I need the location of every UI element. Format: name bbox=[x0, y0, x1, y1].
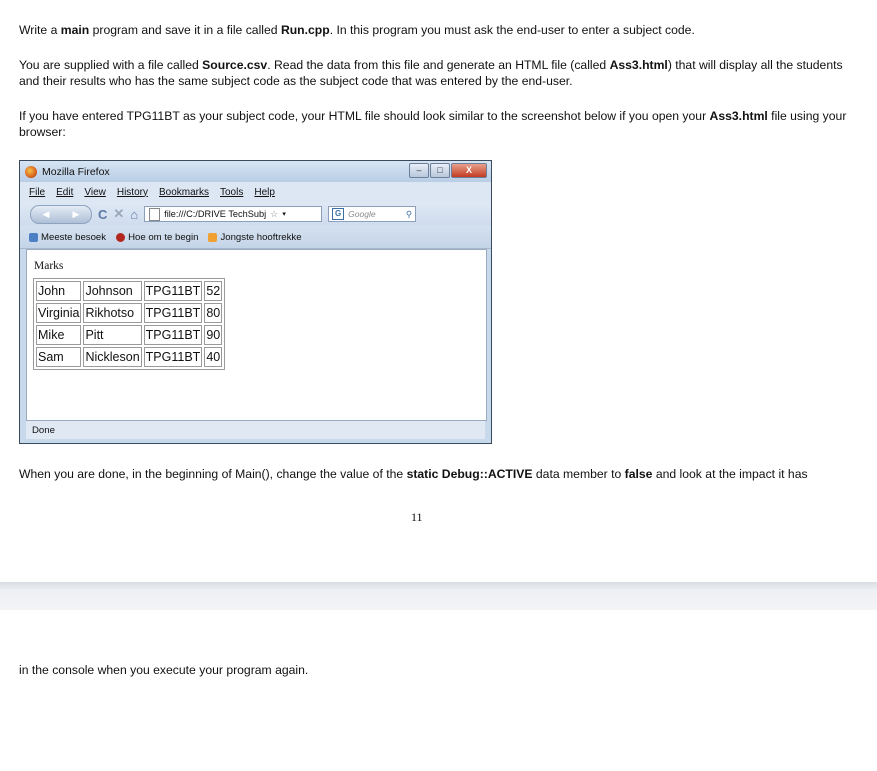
google-icon: G bbox=[332, 208, 345, 220]
menu-help[interactable]: Help bbox=[254, 187, 275, 198]
menu-history[interactable]: History bbox=[117, 187, 148, 198]
marks-table: John Johnson TPG11BT 52 Virginia Rikhotso TPG… bbox=[33, 278, 226, 370]
bookmarks-toolbar: Meeste besoek Hoe om te begin Jongste ho… bbox=[20, 226, 491, 249]
bookmark-item-jongste-hooftrekke[interactable]: Jongste hooftrekke bbox=[208, 232, 302, 243]
browser-content-area: Marks John Johnson TPG11BT 52 Virginia Rikho… bbox=[26, 249, 487, 421]
instruction-paragraph-2: You are supplied with a file called Sour… bbox=[19, 58, 843, 88]
close-icon[interactable]: X bbox=[451, 163, 487, 178]
back-forward-buttons[interactable]: ◀ ▶ bbox=[30, 204, 92, 224]
search-icon[interactable]: ⚲ bbox=[406, 209, 412, 220]
instruction-paragraph-3: If you have entered TPG11BT as your subj… bbox=[19, 109, 847, 139]
status-bar: Done bbox=[26, 421, 485, 439]
rss-icon bbox=[208, 232, 218, 242]
maximize-icon[interactable]: □ bbox=[430, 163, 450, 178]
stop-icon[interactable]: ✕ bbox=[113, 206, 124, 222]
firefox-logo-icon bbox=[25, 165, 37, 178]
url-dropdown-icon[interactable]: ▾ bbox=[282, 210, 286, 218]
browser-navbar: ◀ ▶ C ✕ ⌂ file:///C:/DRIVE TechSubj ☆ ▾ … bbox=[20, 202, 491, 226]
document-page-2: in the console when you execute your pro… bbox=[0, 610, 877, 771]
back-icon[interactable]: ◀ bbox=[43, 209, 50, 220]
forward-icon[interactable]: ▶ bbox=[73, 209, 80, 220]
bookmark-item-meeste-besoek[interactable]: Meeste besoek bbox=[29, 232, 106, 243]
page-number: 11 bbox=[411, 510, 423, 524]
browser-titlebar: Mozilla Firefox – □ X bbox=[20, 161, 491, 182]
firefox-window-screenshot: Mozilla Firefox – □ X File Edit View His… bbox=[19, 160, 492, 444]
reload-icon[interactable]: C bbox=[98, 207, 107, 222]
page-gap bbox=[0, 582, 877, 610]
home-icon[interactable]: ⌂ bbox=[130, 207, 138, 222]
url-text: file:///C:/DRIVE TechSubj bbox=[164, 209, 267, 219]
search-placeholder: Google bbox=[348, 209, 376, 219]
search-field[interactable]: G Google ⚲ bbox=[328, 206, 417, 222]
bookmark-icon bbox=[29, 232, 38, 242]
page-icon bbox=[149, 207, 161, 221]
instruction-paragraph-4: When you are done, in the beginning of M… bbox=[19, 467, 808, 481]
table-row: Mike Pitt TPG11BT 90 bbox=[36, 325, 223, 345]
continuation-paragraph: in the console when you execute your pro… bbox=[19, 663, 309, 677]
bookmark-item-hoe-om-te-begin[interactable]: Hoe om te begin bbox=[116, 232, 198, 243]
status-text: Done bbox=[32, 424, 55, 436]
table-row: Sam Nickleson TPG11BT 40 bbox=[36, 347, 223, 367]
menu-edit[interactable]: Edit bbox=[56, 187, 73, 198]
content-heading: Marks bbox=[34, 260, 64, 272]
document-page-1: Write a main program and save it in a fi… bbox=[0, 0, 877, 582]
instruction-paragraph-1: Write a main program and save it in a fi… bbox=[19, 23, 695, 37]
url-field[interactable]: file:///C:/DRIVE TechSubj ☆ ▾ bbox=[144, 206, 323, 222]
table-row: John Johnson TPG11BT 52 bbox=[36, 281, 223, 301]
browser-title: Mozilla Firefox bbox=[42, 165, 110, 178]
menu-tools[interactable]: Tools bbox=[220, 187, 243, 198]
menu-file[interactable]: File bbox=[29, 187, 45, 198]
menu-bookmarks[interactable]: Bookmarks bbox=[159, 187, 209, 198]
table-row: Virginia Rikhotso TPG11BT 80 bbox=[36, 303, 223, 323]
star-icon[interactable]: ☆ bbox=[270, 209, 278, 220]
bookmark-icon bbox=[116, 232, 126, 242]
minimize-icon[interactable]: – bbox=[409, 163, 429, 178]
browser-menubar: File Edit View History Bookmarks Tools H… bbox=[20, 182, 491, 202]
menu-view[interactable]: View bbox=[84, 187, 106, 198]
